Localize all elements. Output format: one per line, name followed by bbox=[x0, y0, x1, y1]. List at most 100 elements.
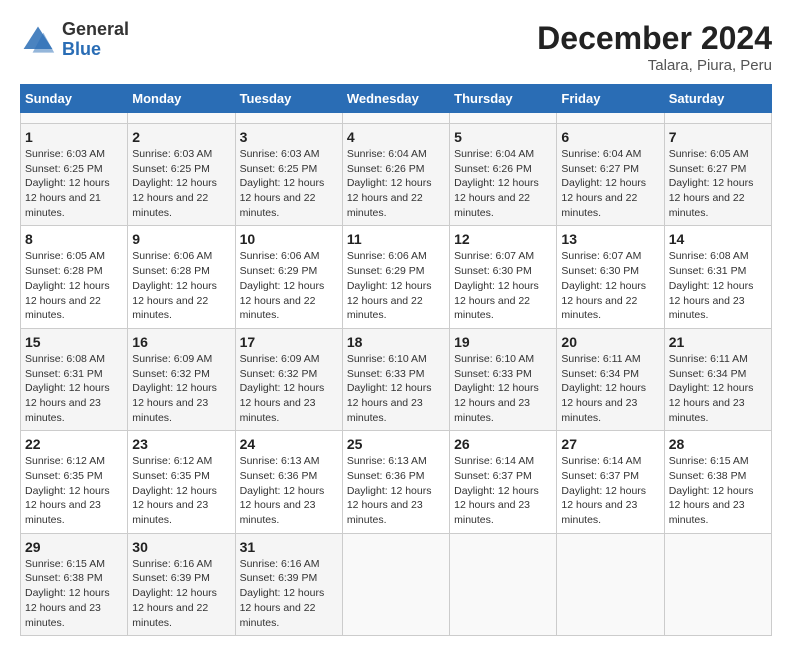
day-number: 17 bbox=[240, 334, 338, 350]
calendar-cell: 24 Sunrise: 6:13 AMSunset: 6:36 PMDayligh… bbox=[235, 431, 342, 533]
col-thursday: Thursday bbox=[450, 85, 557, 113]
day-number: 24 bbox=[240, 436, 338, 452]
day-number: 4 bbox=[347, 129, 445, 145]
calendar-cell: 11 Sunrise: 6:06 AMSunset: 6:29 PMDayligh… bbox=[342, 226, 449, 328]
calendar-cell: 6 Sunrise: 6:04 AMSunset: 6:27 PMDaylight… bbox=[557, 124, 664, 226]
calendar-week-1 bbox=[21, 113, 772, 124]
day-number: 3 bbox=[240, 129, 338, 145]
calendar-cell bbox=[128, 113, 235, 124]
calendar-cell: 25 Sunrise: 6:13 AMSunset: 6:36 PMDayligh… bbox=[342, 431, 449, 533]
col-sunday: Sunday bbox=[21, 85, 128, 113]
day-info: Sunrise: 6:11 AMSunset: 6:34 PMDaylight:… bbox=[669, 352, 767, 425]
day-info: Sunrise: 6:14 AMSunset: 6:37 PMDaylight:… bbox=[454, 454, 552, 527]
day-number: 14 bbox=[669, 231, 767, 247]
day-info: Sunrise: 6:03 AMSunset: 6:25 PMDaylight:… bbox=[240, 147, 338, 220]
calendar-cell: 15Sunrise: 6:08 AMSunset: 6:31 PMDayligh… bbox=[21, 328, 128, 430]
day-number: 29 bbox=[25, 539, 123, 555]
day-info: Sunrise: 6:12 AMSunset: 6:35 PMDaylight:… bbox=[25, 454, 123, 527]
calendar-cell: 18Sunrise: 6:10 AMSunset: 6:33 PMDayligh… bbox=[342, 328, 449, 430]
day-info: Sunrise: 6:11 AMSunset: 6:34 PMDaylight:… bbox=[561, 352, 659, 425]
calendar-cell: 31Sunrise: 6:16 AMSunset: 6:39 PMDayligh… bbox=[235, 533, 342, 635]
calendar-week-3: 8Sunrise: 6:05 AMSunset: 6:28 PMDaylight… bbox=[21, 226, 772, 328]
calendar-cell: 10Sunrise: 6:06 AMSunset: 6:29 PMDayligh… bbox=[235, 226, 342, 328]
calendar-cell: 7Sunrise: 6:05 AMSunset: 6:27 PMDaylight… bbox=[664, 124, 771, 226]
calendar-cell: 22Sunrise: 6:12 AMSunset: 6:35 PMDayligh… bbox=[21, 431, 128, 533]
day-info: Sunrise: 6:04 AMSunset: 6:26 PMDaylight:… bbox=[347, 147, 445, 220]
day-number: 8 bbox=[25, 231, 123, 247]
calendar-cell: 8Sunrise: 6:05 AMSunset: 6:28 PMDaylight… bbox=[21, 226, 128, 328]
calendar-cell bbox=[342, 533, 449, 635]
col-friday: Friday bbox=[557, 85, 664, 113]
calendar-cell bbox=[235, 113, 342, 124]
calendar-cell: 21 Sunrise: 6:11 AMSunset: 6:34 PMDayligh… bbox=[664, 328, 771, 430]
day-number: 9 bbox=[132, 231, 230, 247]
calendar-cell: 1 Sunrise: 6:03 AMSunset: 6:25 PMDaylight… bbox=[21, 124, 128, 226]
day-number: 26 bbox=[454, 436, 552, 452]
day-number: 11 bbox=[347, 231, 445, 247]
day-number: 20 bbox=[561, 334, 659, 350]
day-number: 7 bbox=[669, 129, 767, 145]
day-number: 30 bbox=[132, 539, 230, 555]
day-number: 15 bbox=[25, 334, 123, 350]
calendar-cell: 4 Sunrise: 6:04 AMSunset: 6:26 PMDaylight… bbox=[342, 124, 449, 226]
day-info: Sunrise: 6:15 AMSunset: 6:38 PMDaylight:… bbox=[25, 557, 123, 630]
day-info: Sunrise: 6:14 AMSunset: 6:37 PMDaylight:… bbox=[561, 454, 659, 527]
col-monday: Monday bbox=[128, 85, 235, 113]
calendar-cell bbox=[664, 533, 771, 635]
day-info: Sunrise: 6:12 AMSunset: 6:35 PMDaylight:… bbox=[132, 454, 230, 527]
calendar-cell: 26 Sunrise: 6:14 AMSunset: 6:37 PMDayligh… bbox=[450, 431, 557, 533]
subtitle: Talara, Piura, Peru bbox=[537, 57, 772, 74]
day-number: 12 bbox=[454, 231, 552, 247]
calendar-header-row: Sunday Monday Tuesday Wednesday Thursday… bbox=[21, 85, 772, 113]
calendar-cell bbox=[450, 533, 557, 635]
calendar-cell bbox=[21, 113, 128, 124]
calendar-cell bbox=[450, 113, 557, 124]
day-info: Sunrise: 6:13 AMSunset: 6:36 PMDaylight:… bbox=[240, 454, 338, 527]
day-number: 10 bbox=[240, 231, 338, 247]
col-wednesday: Wednesday bbox=[342, 85, 449, 113]
calendar-cell bbox=[664, 113, 771, 124]
day-info: Sunrise: 6:06 AMSunset: 6:29 PMDaylight:… bbox=[347, 249, 445, 322]
day-info: Sunrise: 6:10 AMSunset: 6:33 PMDaylight:… bbox=[454, 352, 552, 425]
calendar-cell: 9 Sunrise: 6:06 AMSunset: 6:28 PMDaylight… bbox=[128, 226, 235, 328]
logo-text: General Blue bbox=[62, 20, 129, 60]
calendar-cell: 28Sunrise: 6:15 AMSunset: 6:38 PMDayligh… bbox=[664, 431, 771, 533]
main-title: December 2024 bbox=[537, 20, 772, 57]
calendar-week-2: 1 Sunrise: 6:03 AMSunset: 6:25 PMDaylight… bbox=[21, 124, 772, 226]
day-number: 5 bbox=[454, 129, 552, 145]
calendar-cell: 17Sunrise: 6:09 AMSunset: 6:32 PMDayligh… bbox=[235, 328, 342, 430]
day-number: 23 bbox=[132, 436, 230, 452]
day-info: Sunrise: 6:09 AMSunset: 6:32 PMDaylight:… bbox=[132, 352, 230, 425]
day-number: 27 bbox=[561, 436, 659, 452]
calendar-cell: 5Sunrise: 6:04 AMSunset: 6:26 PMDaylight… bbox=[450, 124, 557, 226]
logo-blue-text: Blue bbox=[62, 39, 101, 59]
day-info: Sunrise: 6:10 AMSunset: 6:33 PMDaylight:… bbox=[347, 352, 445, 425]
day-info: Sunrise: 6:03 AMSunset: 6:25 PMDaylight:… bbox=[25, 147, 123, 220]
calendar-cell bbox=[342, 113, 449, 124]
col-tuesday: Tuesday bbox=[235, 85, 342, 113]
day-info: Sunrise: 6:06 AMSunset: 6:28 PMDaylight:… bbox=[132, 249, 230, 322]
day-info: Sunrise: 6:16 AMSunset: 6:39 PMDaylight:… bbox=[240, 557, 338, 630]
calendar-cell: 20 Sunrise: 6:11 AMSunset: 6:34 PMDayligh… bbox=[557, 328, 664, 430]
calendar-cell: 23 Sunrise: 6:12 AMSunset: 6:35 PMDayligh… bbox=[128, 431, 235, 533]
calendar-cell: 30 Sunrise: 6:16 AMSunset: 6:39 PMDayligh… bbox=[128, 533, 235, 635]
day-info: Sunrise: 6:16 AMSunset: 6:39 PMDaylight:… bbox=[132, 557, 230, 630]
day-number: 6 bbox=[561, 129, 659, 145]
day-number: 13 bbox=[561, 231, 659, 247]
day-info: Sunrise: 6:08 AMSunset: 6:31 PMDaylight:… bbox=[669, 249, 767, 322]
day-info: Sunrise: 6:15 AMSunset: 6:38 PMDaylight:… bbox=[669, 454, 767, 527]
calendar-cell: 29 Sunrise: 6:15 AMSunset: 6:38 PMDayligh… bbox=[21, 533, 128, 635]
day-number: 1 bbox=[25, 129, 123, 145]
day-info: Sunrise: 6:07 AMSunset: 6:30 PMDaylight:… bbox=[454, 249, 552, 322]
calendar-cell: 27 Sunrise: 6:14 AMSunset: 6:37 PMDayligh… bbox=[557, 431, 664, 533]
logo: General Blue bbox=[20, 20, 129, 60]
calendar-table: Sunday Monday Tuesday Wednesday Thursday… bbox=[20, 84, 772, 636]
calendar-cell: 12 Sunrise: 6:07 AMSunset: 6:30 PMDayligh… bbox=[450, 226, 557, 328]
calendar-cell bbox=[557, 113, 664, 124]
day-number: 21 bbox=[669, 334, 767, 350]
day-number: 16 bbox=[132, 334, 230, 350]
day-info: Sunrise: 6:04 AMSunset: 6:27 PMDaylight:… bbox=[561, 147, 659, 220]
day-number: 25 bbox=[347, 436, 445, 452]
calendar-week-4: 15Sunrise: 6:08 AMSunset: 6:31 PMDayligh… bbox=[21, 328, 772, 430]
day-info: Sunrise: 6:13 AMSunset: 6:36 PMDaylight:… bbox=[347, 454, 445, 527]
